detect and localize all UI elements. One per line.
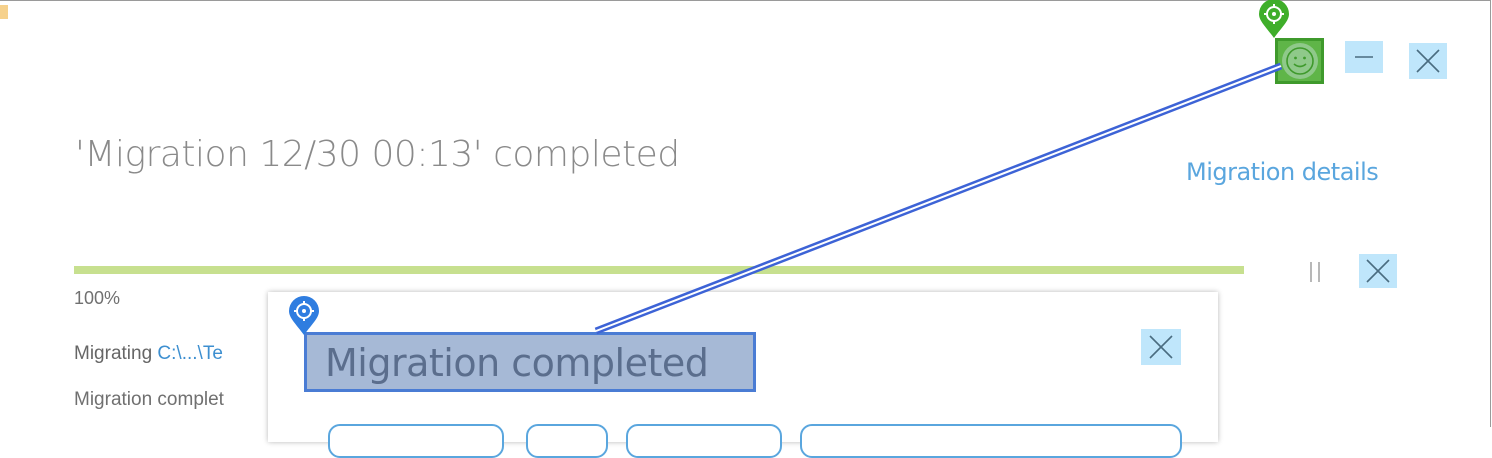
annotation-overlay <box>594 62 1283 335</box>
toast-action-button-1[interactable] <box>328 424 504 458</box>
target-marker-icon <box>1257 0 1291 39</box>
target-marker-icon <box>287 296 321 336</box>
toast-action-button-3[interactable] <box>626 424 782 458</box>
connector-line <box>594 62 1283 335</box>
toast-action-button-4[interactable] <box>800 424 1182 458</box>
toast-action-button-2[interactable] <box>526 424 608 458</box>
